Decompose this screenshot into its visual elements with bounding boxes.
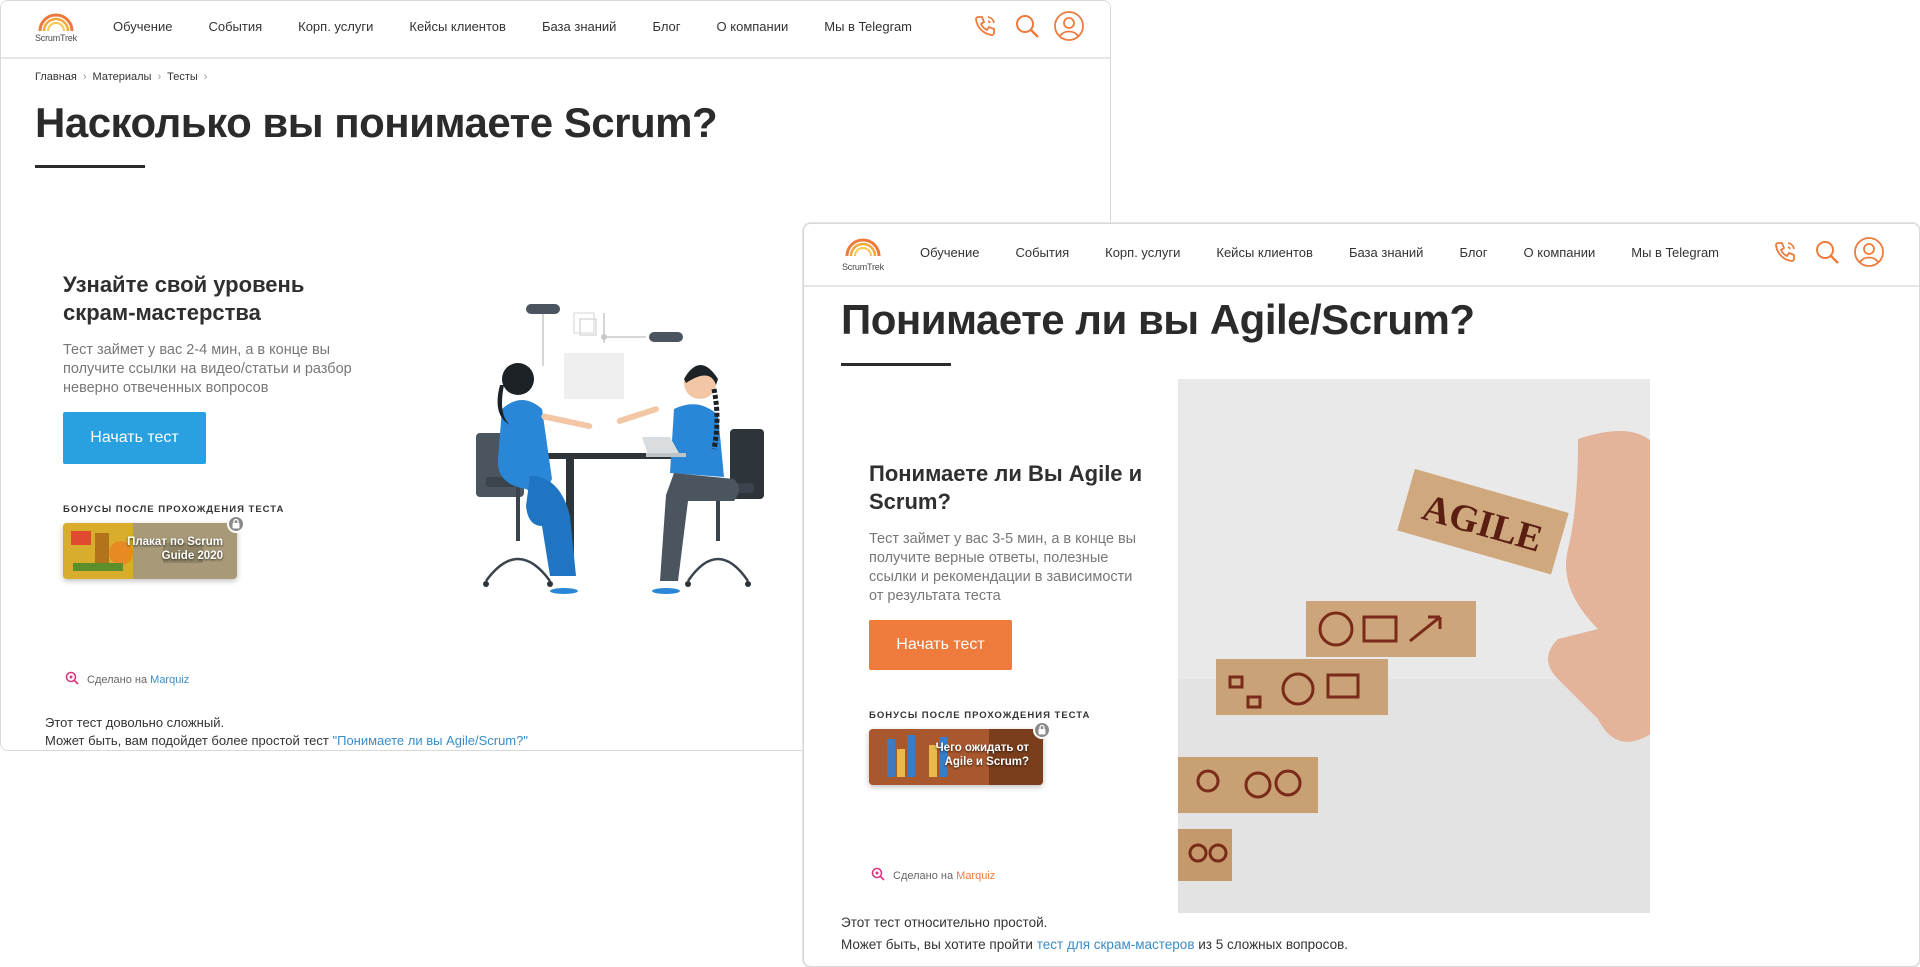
agile-blocks-photo: AGILE: [1178, 379, 1650, 913]
breadcrumb-tests[interactable]: Тесты: [167, 71, 198, 83]
nav-links: Обучение События Корп. услуги Кейсы клие…: [920, 224, 1719, 280]
phone-icon[interactable]: [1769, 236, 1801, 268]
bonus-card[interactable]: Плакат по Scrum Guide 2020: [63, 515, 245, 579]
bonus-title: Чего ожидать от Agile и Scrum?: [935, 742, 1029, 768]
logo-text: ScrumTrek: [842, 262, 884, 272]
teamwork-illustration: [456, 301, 766, 596]
made-with-marquiz: Сделано на Marquiz: [871, 867, 995, 884]
marquiz-icon: [871, 867, 885, 884]
nav-item-knowledge[interactable]: База знаний: [542, 19, 617, 34]
quiz-card: Узнайте свой уровень скрам-мастерства Те…: [63, 271, 353, 579]
quiz-heading: Понимаете ли Вы Agile и Scrum?: [869, 461, 1143, 514]
chevron-right-icon: ›: [157, 71, 162, 83]
top-navigation: ScrumTrek Обучение События Корп. услуги …: [1, 1, 1110, 59]
quiz-description: Тест займет у вас 2-4 мин, а в конце вы …: [63, 342, 352, 396]
phone-icon[interactable]: [969, 10, 1001, 42]
lock-icon: [227, 515, 245, 533]
page-title: Понимаете ли вы Agile/Scrum?: [841, 296, 1475, 343]
scrumtrek-logo[interactable]: ScrumTrek: [34, 5, 80, 43]
scrumtrek-logo[interactable]: ScrumTrek: [841, 230, 887, 272]
user-icon[interactable]: [1053, 10, 1085, 42]
made-with-label: Сделано на: [893, 869, 954, 882]
search-icon[interactable]: [1011, 10, 1043, 42]
bonus-title: Плакат по Scrum Guide 2020: [127, 536, 223, 562]
title-underline: [841, 363, 951, 366]
made-with-label: Сделано на: [87, 673, 148, 686]
made-with-marquiz: Сделано на Marquiz: [65, 671, 189, 688]
user-icon[interactable]: [1853, 236, 1885, 268]
test-note: Этот тест довольно сложный. Может быть, …: [45, 714, 528, 750]
bonus-label: БОНУСЫ ПОСЛЕ ПРОХОЖДЕНИЯ ТЕСТА: [63, 504, 285, 515]
nav-item-telegram[interactable]: Мы в Telegram: [1631, 245, 1719, 260]
screenshot-agile-test: ScrumTrek Обучение События Корп. услуги …: [803, 223, 1920, 967]
nav-item-blog[interactable]: Блог: [652, 19, 680, 34]
nav-icons: [1769, 236, 1885, 268]
nav-links: Обучение События Корп. услуги Кейсы клие…: [113, 1, 912, 51]
nav-icons: [969, 10, 1085, 42]
nav-item-training[interactable]: Обучение: [113, 19, 172, 34]
nav-item-training[interactable]: Обучение: [920, 245, 979, 260]
nav-item-about[interactable]: О компании: [1524, 245, 1596, 260]
chevron-right-icon: ›: [203, 71, 208, 83]
quiz-description: Тест займет у вас 3-5 мин, а в конце вы …: [869, 531, 1137, 604]
quiz-card: Понимаете ли Вы Agile и Scrum? Тест займ…: [869, 460, 1149, 785]
note-line-2-prefix: Может быть, вам подойдет более простой т…: [45, 733, 333, 748]
search-icon[interactable]: [1811, 236, 1843, 268]
nav-item-telegram[interactable]: Мы в Telegram: [824, 19, 912, 34]
start-test-button[interactable]: Начать тест: [63, 412, 206, 464]
note-line-2-prefix: Может быть, вы хотите пройти: [841, 937, 1037, 952]
logo-text: ScrumTrek: [35, 33, 77, 43]
nav-item-knowledge[interactable]: База знаний: [1349, 245, 1424, 260]
breadcrumb: Главная › Материалы › Тесты ›: [35, 71, 207, 83]
top-navigation: ScrumTrek Обучение События Корп. услуги …: [804, 224, 1919, 287]
nav-item-corporate[interactable]: Корп. услуги: [1105, 245, 1180, 260]
chevron-right-icon: ›: [82, 71, 87, 83]
nav-item-cases[interactable]: Кейсы клиентов: [409, 19, 506, 34]
breadcrumb-home[interactable]: Главная: [35, 71, 77, 83]
note-line-1: Этот тест относительно простой.: [841, 915, 1048, 930]
note-line-1: Этот тест довольно сложный.: [45, 715, 225, 730]
nav-item-about[interactable]: О компании: [717, 19, 789, 34]
marquiz-icon: [65, 671, 79, 688]
nav-item-cases[interactable]: Кейсы клиентов: [1216, 245, 1313, 260]
start-test-button[interactable]: Начать тест: [869, 620, 1012, 670]
quiz-heading: Узнайте свой уровень скрам-мастерства: [63, 272, 305, 325]
marquiz-link[interactable]: Marquiz: [956, 870, 995, 882]
note-line-2-suffix: из 5 сложных вопросов.: [1194, 937, 1349, 952]
nav-item-blog[interactable]: Блог: [1459, 245, 1487, 260]
bonus-label: БОНУСЫ ПОСЛЕ ПРОХОЖДЕНИЯ ТЕСТА: [869, 710, 1091, 721]
breadcrumb-materials[interactable]: Материалы: [93, 71, 152, 83]
test-note: Этот тест относительно простой. Может бы…: [841, 912, 1348, 956]
lock-icon: [1033, 721, 1051, 739]
title-underline: [35, 165, 145, 168]
page-title: Насколько вы понимаете Scrum?: [35, 99, 718, 146]
simpler-test-link[interactable]: "Понимаете ли вы Agile/Scrum?": [332, 733, 528, 748]
nav-item-events[interactable]: События: [208, 19, 262, 34]
marquiz-link[interactable]: Marquiz: [150, 674, 189, 686]
bonus-card[interactable]: Чего ожидать от Agile и Scrum?: [869, 721, 1051, 785]
nav-item-corporate[interactable]: Корп. услуги: [298, 19, 373, 34]
nav-item-events[interactable]: События: [1015, 245, 1069, 260]
scrum-master-test-link[interactable]: тест для скрам-мастеров: [1037, 937, 1195, 952]
